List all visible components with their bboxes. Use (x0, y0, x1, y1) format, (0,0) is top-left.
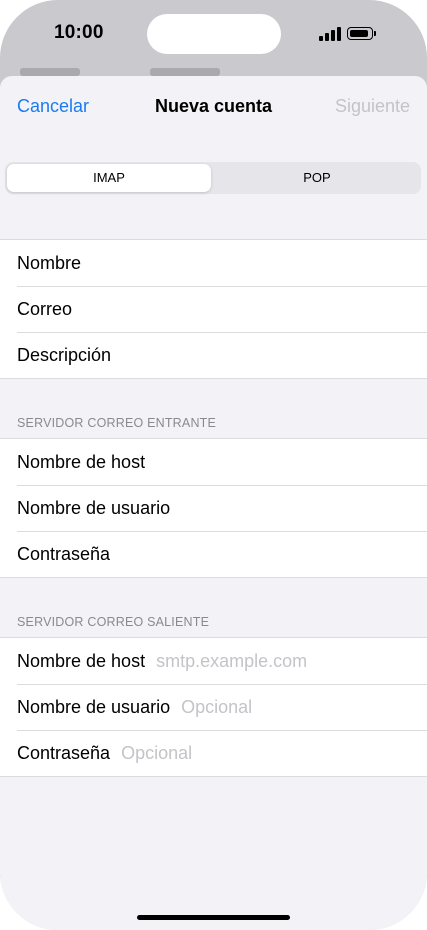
incoming-password-field[interactable]: Contraseña (0, 531, 427, 577)
incoming-password-label: Contraseña (17, 544, 111, 564)
outgoing-password-placeholder: Opcional (121, 743, 193, 763)
outgoing-username-placeholder: Opcional (181, 697, 253, 717)
background-screen-hint (150, 68, 220, 76)
description-field[interactable]: Descripción (0, 332, 427, 378)
next-button[interactable]: Siguiente (335, 96, 410, 117)
dynamic-island (147, 14, 281, 54)
home-indicator[interactable] (137, 915, 290, 920)
email-field[interactable]: Correo (0, 286, 427, 332)
battery-icon (347, 27, 376, 40)
name-field-label: Nombre (17, 253, 82, 273)
phone-screen: 10:00 Cancelar Nueva cuenta Siguiente IM… (0, 0, 427, 930)
segment-imap[interactable]: IMAP (7, 164, 211, 192)
incoming-server-header: SERVIDOR CORREO ENTRANTE (17, 416, 217, 430)
outgoing-username-label: Nombre de usuario (17, 697, 171, 717)
outgoing-password-field[interactable]: Contraseña Opcional (0, 730, 427, 776)
segment-pop[interactable]: POP (215, 164, 419, 192)
signal-icon (319, 27, 341, 41)
outgoing-server-group: Nombre de host smtp.example.com Nombre d… (0, 637, 427, 777)
outgoing-server-header: SERVIDOR CORREO SALIENTE (17, 615, 210, 629)
account-type-segmented-control: IMAP POP (5, 162, 421, 194)
email-field-label: Correo (17, 299, 73, 319)
outgoing-username-field[interactable]: Nombre de usuario Opcional (0, 684, 427, 730)
incoming-server-group: Nombre de host Nombre de usuario Contras… (0, 438, 427, 578)
background-screen-hint (20, 68, 80, 76)
status-bar: 10:00 (0, 0, 427, 70)
outgoing-host-label: Nombre de host (17, 651, 146, 671)
new-account-sheet: Cancelar Nueva cuenta Siguiente IMAP POP… (0, 76, 427, 930)
outgoing-host-placeholder: smtp.example.com (156, 651, 308, 671)
incoming-host-field[interactable]: Nombre de host (0, 439, 427, 485)
outgoing-host-field[interactable]: Nombre de host smtp.example.com (0, 638, 427, 684)
outgoing-password-label: Contraseña (17, 743, 111, 763)
incoming-username-label: Nombre de usuario (17, 498, 171, 518)
name-field[interactable]: Nombre (0, 240, 427, 286)
account-info-group: Nombre Correo Descripción (0, 239, 427, 379)
navigation-bar: Cancelar Nueva cuenta Siguiente (0, 76, 427, 136)
incoming-username-field[interactable]: Nombre de usuario (0, 485, 427, 531)
incoming-host-label: Nombre de host (17, 452, 146, 472)
description-field-label: Descripción (17, 345, 112, 365)
status-time: 10:00 (54, 22, 104, 43)
